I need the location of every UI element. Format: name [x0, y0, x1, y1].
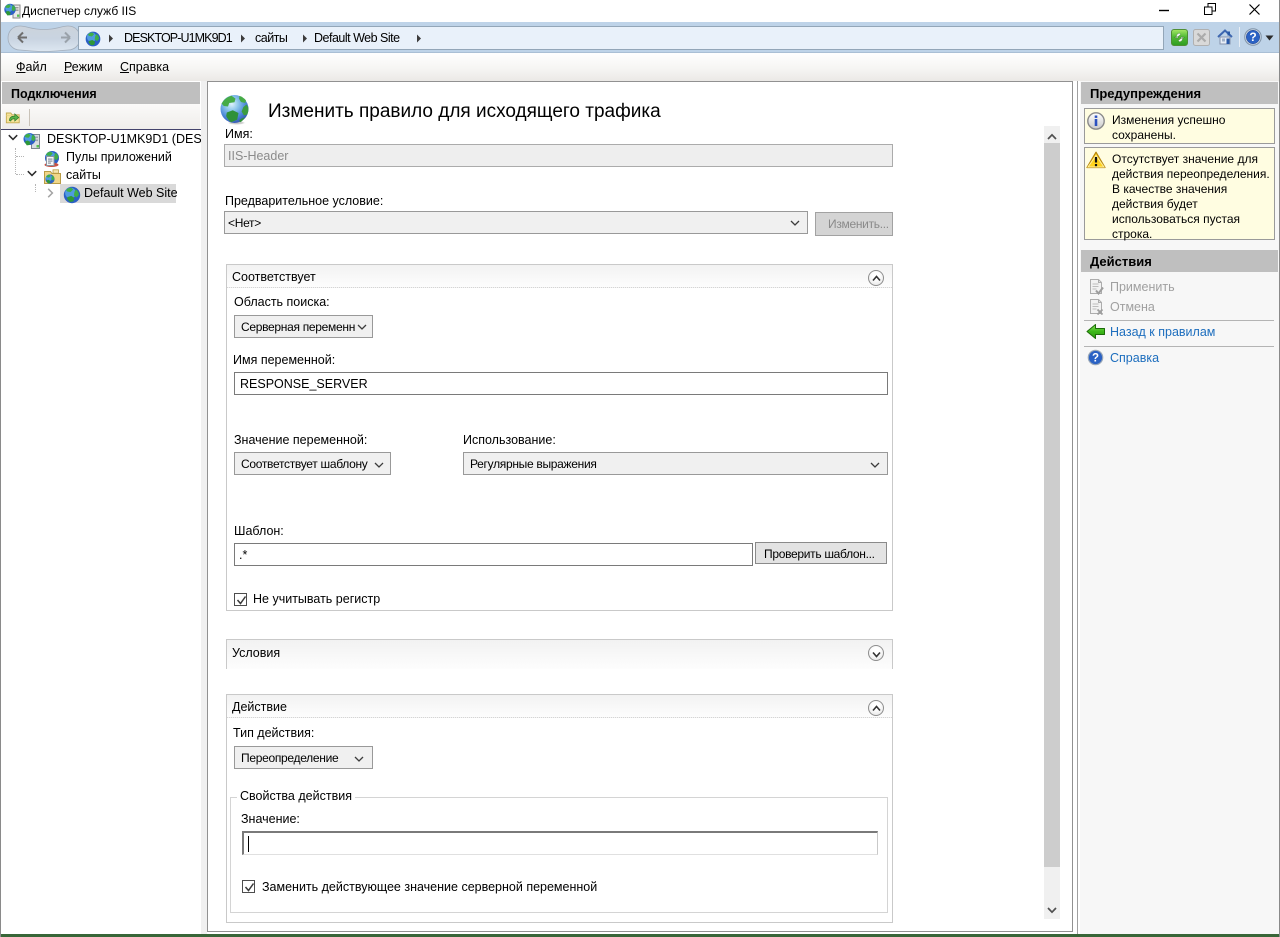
svg-text:?: ? [1249, 30, 1256, 44]
svg-text:?: ? [1092, 353, 1099, 365]
